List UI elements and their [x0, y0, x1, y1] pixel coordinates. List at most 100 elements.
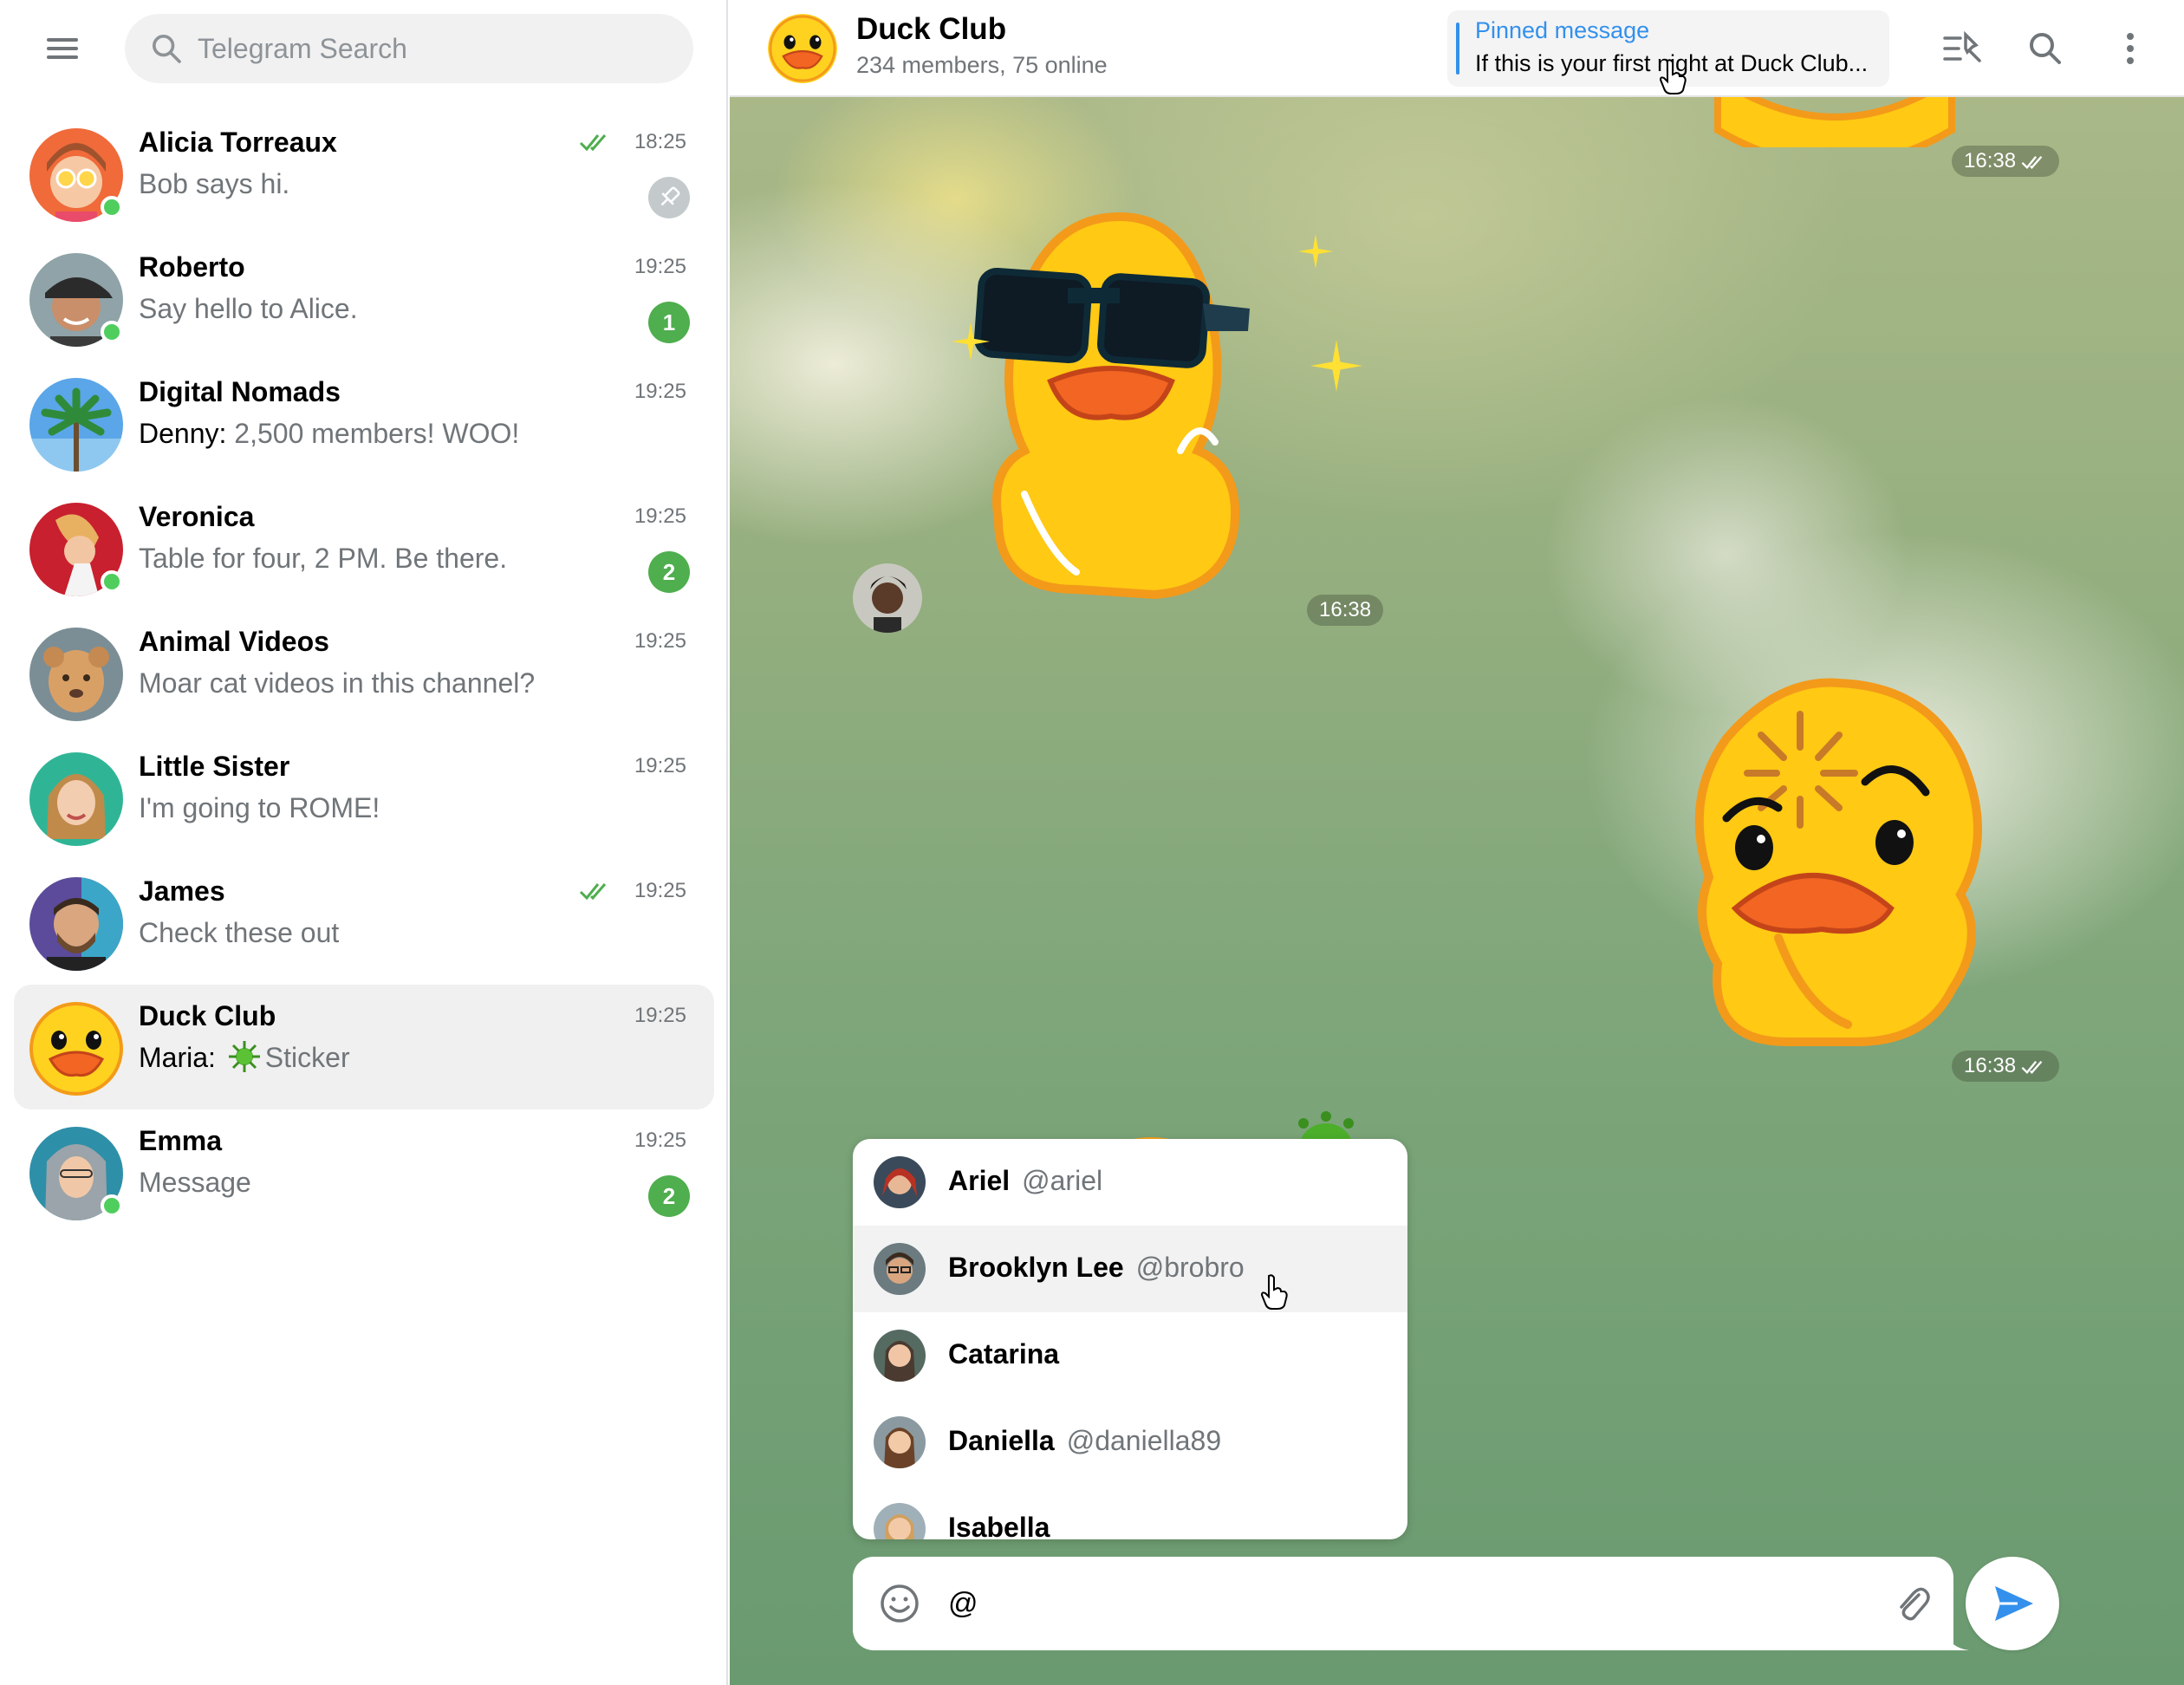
avatar	[874, 1156, 926, 1208]
mention-suggestions: Ariel @ariel Brooklyn Lee @brobro Catarina…	[853, 1139, 1407, 1539]
chat-list: Alicia Torreaux Bob says hi. 18:25 Rober…	[14, 111, 714, 1234]
avatar	[874, 1243, 926, 1295]
double-check-icon	[579, 883, 607, 901]
message-time: 16:38	[1952, 1051, 2060, 1082]
menu-button[interactable]	[35, 26, 90, 71]
message-time-text: 16:38	[1964, 149, 2017, 172]
mention-name: Isabella	[948, 1512, 1062, 1539]
search-box[interactable]	[125, 14, 693, 83]
duck-thinking-sticker[interactable]	[1674, 678, 2004, 1051]
chat-time: 19:25	[634, 380, 686, 403]
chat-preview: Message	[139, 1167, 251, 1198]
chat-preview-sender: Denny:	[139, 418, 227, 449]
chat-header[interactable]: Duck Club 234 members, 75 online Pinned …	[730, 0, 2184, 97]
mention-name: Daniella @daniella89	[948, 1425, 1221, 1457]
mention-item-catarina[interactable]: Catarina	[853, 1312, 1407, 1399]
chat-item-little-sister[interactable]: Little Sister I'm going to ROME! 19:25	[14, 735, 714, 860]
message-input[interactable]	[948, 1578, 1849, 1630]
message-time: 16:38	[1307, 595, 1384, 626]
chat-subtitle: 234 members, 75 online	[856, 52, 1108, 78]
chat-preview: Check these out	[139, 917, 340, 948]
online-indicator	[101, 570, 123, 593]
chat-time: 18:25	[634, 130, 686, 153]
search-button[interactable]	[2021, 24, 2070, 73]
chat-time: 19:25	[634, 1004, 686, 1027]
avatar	[29, 628, 123, 721]
more-button[interactable]	[2106, 24, 2155, 73]
online-indicator	[101, 321, 123, 343]
online-indicator	[101, 196, 123, 218]
chat-time: 19:25	[634, 754, 686, 777]
double-check-icon	[2021, 155, 2043, 169]
chat-item-alicia-torreaux[interactable]: Alicia Torreaux Bob says hi. 18:25	[14, 111, 714, 236]
chat-preview: Maria: Sticker	[139, 1037, 350, 1078]
mention-name: Brooklyn Lee @brobro	[948, 1252, 1245, 1284]
pinned-messages-icon	[1943, 30, 1981, 62]
chat-name: Alicia Torreaux	[139, 127, 337, 158]
mention-item-daniella[interactable]: Daniella @daniella89	[853, 1399, 1407, 1486]
send-button[interactable]	[1966, 1557, 2059, 1650]
chat-preview-text: 2,500 members! WOO!	[234, 418, 520, 449]
chat-preview: Say hello to Alice.	[139, 293, 358, 324]
chat-item-veronica[interactable]: Veronica Table for four, 2 PM. Be there.…	[14, 485, 714, 610]
chat-preview: I'm going to ROME!	[139, 792, 380, 823]
search-icon	[153, 35, 181, 63]
sender-avatar[interactable]	[853, 563, 922, 633]
chat-name: Duck Club	[139, 1000, 276, 1031]
mention-display-name: Brooklyn Lee	[948, 1252, 1124, 1283]
mention-display-name: Ariel	[948, 1165, 1011, 1196]
sparkle-icon	[1298, 234, 1333, 269]
chat-item-james[interactable]: James Check these out 19:25	[14, 860, 714, 985]
chat-time: 19:25	[634, 629, 686, 653]
avatar	[29, 253, 123, 347]
mention-name: Ariel @ariel	[948, 1165, 1102, 1197]
chat-time: 19:25	[634, 504, 686, 528]
mention-item-ariel[interactable]: Ariel @ariel	[853, 1139, 1407, 1226]
search-input[interactable]	[198, 14, 674, 83]
chat-item-digital-nomads[interactable]: Digital Nomads Denny: 2,500 members! WOO…	[14, 361, 714, 485]
attach-button[interactable]	[1889, 1581, 1934, 1626]
duck-sunglasses-sticker[interactable]	[964, 208, 1258, 607]
message-time-text: 16:38	[1319, 598, 1372, 621]
send-icon	[1995, 1586, 2033, 1621]
sparkle-icon	[952, 322, 990, 361]
emoji-icon	[881, 1584, 919, 1623]
pin-icon	[648, 177, 690, 218]
pinned-indicator-line	[1456, 23, 1459, 75]
mention-item-brooklyn-lee[interactable]: Brooklyn Lee @brobro	[853, 1226, 1407, 1312]
avatar	[29, 378, 123, 472]
sparkle-icon	[1310, 340, 1362, 392]
pinned-messages-button[interactable]	[1938, 24, 1986, 73]
hand-cursor-icon	[1260, 1274, 1288, 1310]
chat-item-duck-club[interactable]: Duck Club Maria: Sticker 19:25	[14, 985, 714, 1109]
avatar[interactable]	[768, 14, 837, 83]
chat-item-emma[interactable]: Emma Message 19:25 2	[14, 1109, 714, 1234]
mention-username: @daniella89	[1066, 1425, 1222, 1456]
mention-display-name: Isabella	[948, 1512, 1050, 1539]
chat-name: Emma	[139, 1125, 223, 1156]
message-time: 16:38	[1952, 146, 2060, 177]
chat-name: Roberto	[139, 251, 245, 283]
avatar	[29, 128, 123, 222]
chat-time: 19:25	[634, 879, 686, 902]
chat-time: 19:25	[634, 255, 686, 278]
unread-badge: 2	[648, 551, 690, 593]
unread-badge: 2	[648, 1175, 690, 1217]
avatar	[874, 1330, 926, 1382]
chat-item-roberto[interactable]: Roberto Say hello to Alice. 19:25 1	[14, 236, 714, 361]
chat-preview: Table for four, 2 PM. Be there.	[139, 543, 508, 574]
avatar	[29, 1002, 123, 1096]
chat-item-animal-videos[interactable]: Animal Videos Moar cat videos in this ch…	[14, 610, 714, 735]
chat-time: 19:25	[634, 1129, 686, 1152]
mention-name: Catarina	[948, 1338, 1071, 1370]
emoji-button[interactable]	[879, 1583, 920, 1624]
mention-username: @brobro	[1135, 1252, 1245, 1283]
attach-icon	[1900, 1587, 1930, 1621]
chat-title[interactable]: Duck Club	[856, 12, 1006, 47]
chat-sidebar: Alicia Torreaux Bob says hi. 18:25 Rober…	[0, 0, 728, 1685]
chat-preview: Bob says hi.	[139, 168, 290, 199]
double-check-icon	[579, 134, 607, 152]
avatar	[29, 752, 123, 846]
message-composer	[853, 1557, 1953, 1650]
mention-item-isabella[interactable]: Isabella	[853, 1486, 1407, 1539]
